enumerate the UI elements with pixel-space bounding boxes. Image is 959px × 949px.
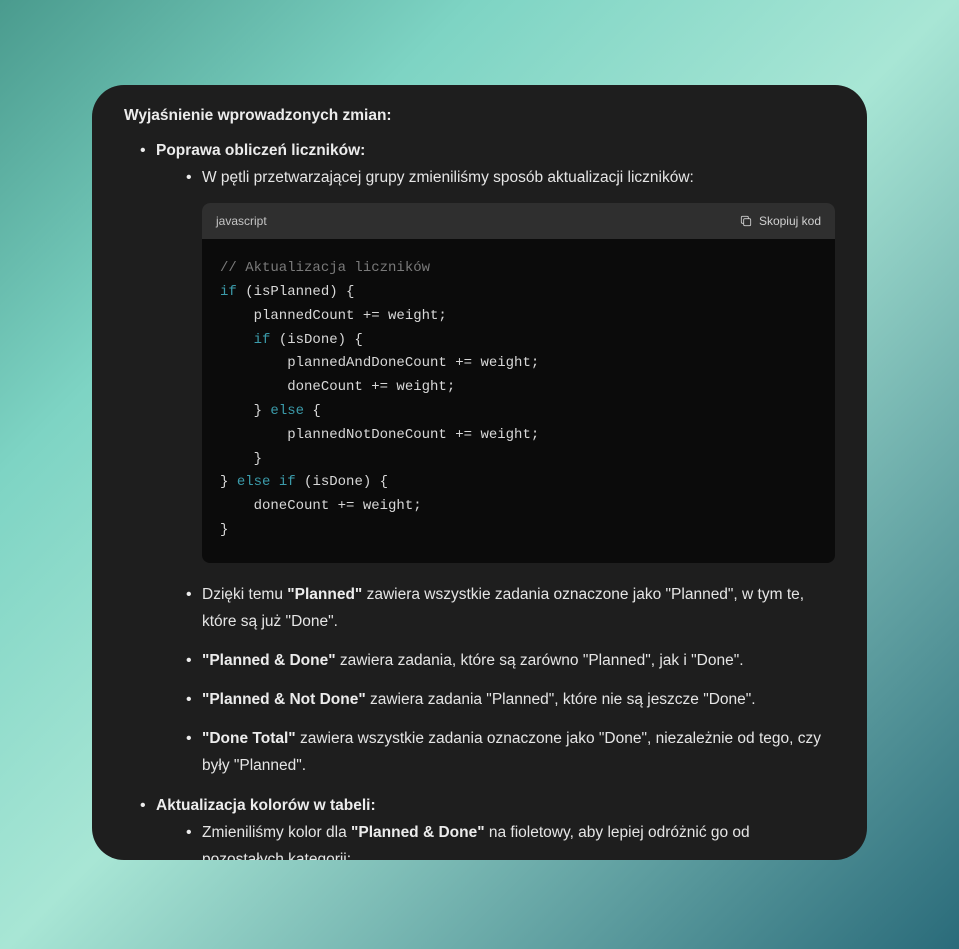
list-item: Aktualizacja kolorów w tabeli: Zmieniliś… xyxy=(142,792,835,860)
code-block: javascript Skopiuj kod // Aktualizacja l… xyxy=(202,203,835,563)
item-title: Aktualizacja kolorów w tabeli: xyxy=(156,797,376,814)
nested-list: W pętli przetwarzającej grupy zmieniliśm… xyxy=(156,164,835,779)
list-item: "Planned & Not Done" zawiera zadania "Pl… xyxy=(188,686,835,713)
nested-list: Zmieniliśmy kolor dla "Planned & Done" n… xyxy=(156,819,835,860)
code-language-label: javascript xyxy=(216,211,267,232)
copy-icon xyxy=(739,214,753,228)
list-item: W pętli przetwarzającej grupy zmieniliśm… xyxy=(188,164,835,563)
list-item: Zmieniliśmy kolor dla "Planned & Done" n… xyxy=(188,819,835,860)
item-title: Poprawa obliczeń liczników: xyxy=(156,142,365,159)
list-item: "Done Total" zawiera wszystkie zadania o… xyxy=(188,725,835,779)
copy-code-label: Skopiuj kod xyxy=(759,211,821,232)
list-item: "Planned & Done" zawiera zadania, które … xyxy=(188,647,835,674)
code-content: // Aktualizacja liczników if (isPlanned)… xyxy=(202,239,835,563)
intro-text: W pętli przetwarzającej grupy zmieniliśm… xyxy=(202,169,694,186)
copy-code-button[interactable]: Skopiuj kod xyxy=(739,211,821,232)
list-item: Poprawa obliczeń liczników: W pętli prze… xyxy=(142,137,835,780)
code-block-header: javascript Skopiuj kod xyxy=(202,203,835,239)
top-list: Poprawa obliczeń liczników: W pętli prze… xyxy=(124,137,835,860)
section-heading: Wyjaśnienie wprowadzonych zmian: xyxy=(124,107,835,125)
list-item: Dzięki temu "Planned" zawiera wszystkie … xyxy=(188,581,835,635)
assistant-message-card: Wyjaśnienie wprowadzonych zmian: Poprawa… xyxy=(92,85,867,860)
